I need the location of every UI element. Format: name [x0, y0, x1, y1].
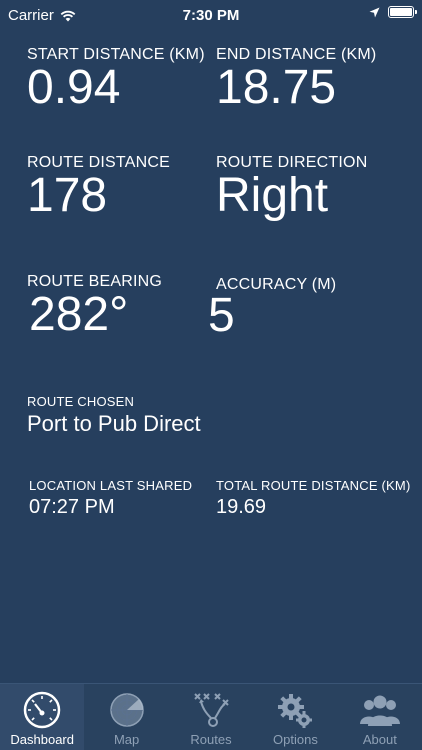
tab-options[interactable]: Options — [253, 684, 337, 750]
status-bar: Carrier 7:30 PM — [0, 0, 422, 30]
tab-routes-label: Routes — [190, 732, 232, 747]
status-right — [369, 6, 417, 18]
accuracy-value: 5 — [208, 289, 235, 342]
total-route-distance-label: TOTAL ROUTE DISTANCE (KM) — [216, 478, 411, 493]
route-bearing-value: 282° — [29, 288, 129, 341]
tab-dashboard[interactable]: Dashboard — [0, 684, 85, 750]
tab-map-label: Map — [113, 732, 140, 747]
location-last-shared-label: LOCATION LAST SHARED — [29, 478, 193, 493]
tab-routes[interactable]: Routes — [169, 684, 253, 750]
location-arrow-icon — [369, 7, 380, 17]
route-chosen-value: Port to Pub Direct — [27, 411, 201, 436]
tab-dashboard-label: Dashboard — [10, 732, 74, 747]
status-time: 7:30 PM — [182, 7, 240, 24]
route-chosen-label: ROUTE CHOSEN — [27, 394, 135, 409]
start-distance: START DISTANCE (KM) 0.94 — [27, 46, 205, 112]
location-last-shared-value: 07:27 PM — [29, 496, 115, 518]
gears-icon — [274, 690, 316, 730]
tab-map[interactable]: Map — [84, 684, 168, 750]
tab-about-label: About — [362, 732, 397, 747]
battery-icon — [388, 6, 417, 18]
location-last-shared: LOCATION LAST SHARED 07:27 PM — [29, 478, 192, 517]
end-distance-value: 18.75 — [216, 61, 337, 114]
tab-about[interactable]: About — [338, 684, 422, 750]
route-direction: ROUTE DIRECTION Right — [216, 154, 367, 220]
route-chosen: ROUTE CHOSEN Port to Pub Direct — [27, 394, 201, 435]
speedometer-icon — [21, 690, 63, 730]
tab-options-label: Options — [273, 732, 318, 747]
accuracy: ACCURACY (M) 5 — [208, 276, 336, 340]
route-distance: ROUTE DISTANCE 178 — [27, 154, 170, 220]
total-route-distance-value: 19.69 — [216, 496, 267, 518]
start-distance-value: 0.94 — [27, 61, 121, 114]
tab-bar: Dashboard Map Routes Options About — [0, 683, 422, 750]
route-distance-value: 178 — [27, 169, 108, 222]
total-route-distance: TOTAL ROUTE DISTANCE (KM) 19.69 — [216, 478, 410, 517]
people-icon — [359, 690, 401, 730]
end-distance: END DISTANCE (KM) 18.75 — [216, 46, 376, 112]
route-direction-value: Right — [216, 169, 329, 222]
radar-icon — [106, 690, 148, 730]
play-diagram-icon — [190, 690, 232, 730]
route-bearing: ROUTE BEARING 282° — [27, 273, 162, 339]
